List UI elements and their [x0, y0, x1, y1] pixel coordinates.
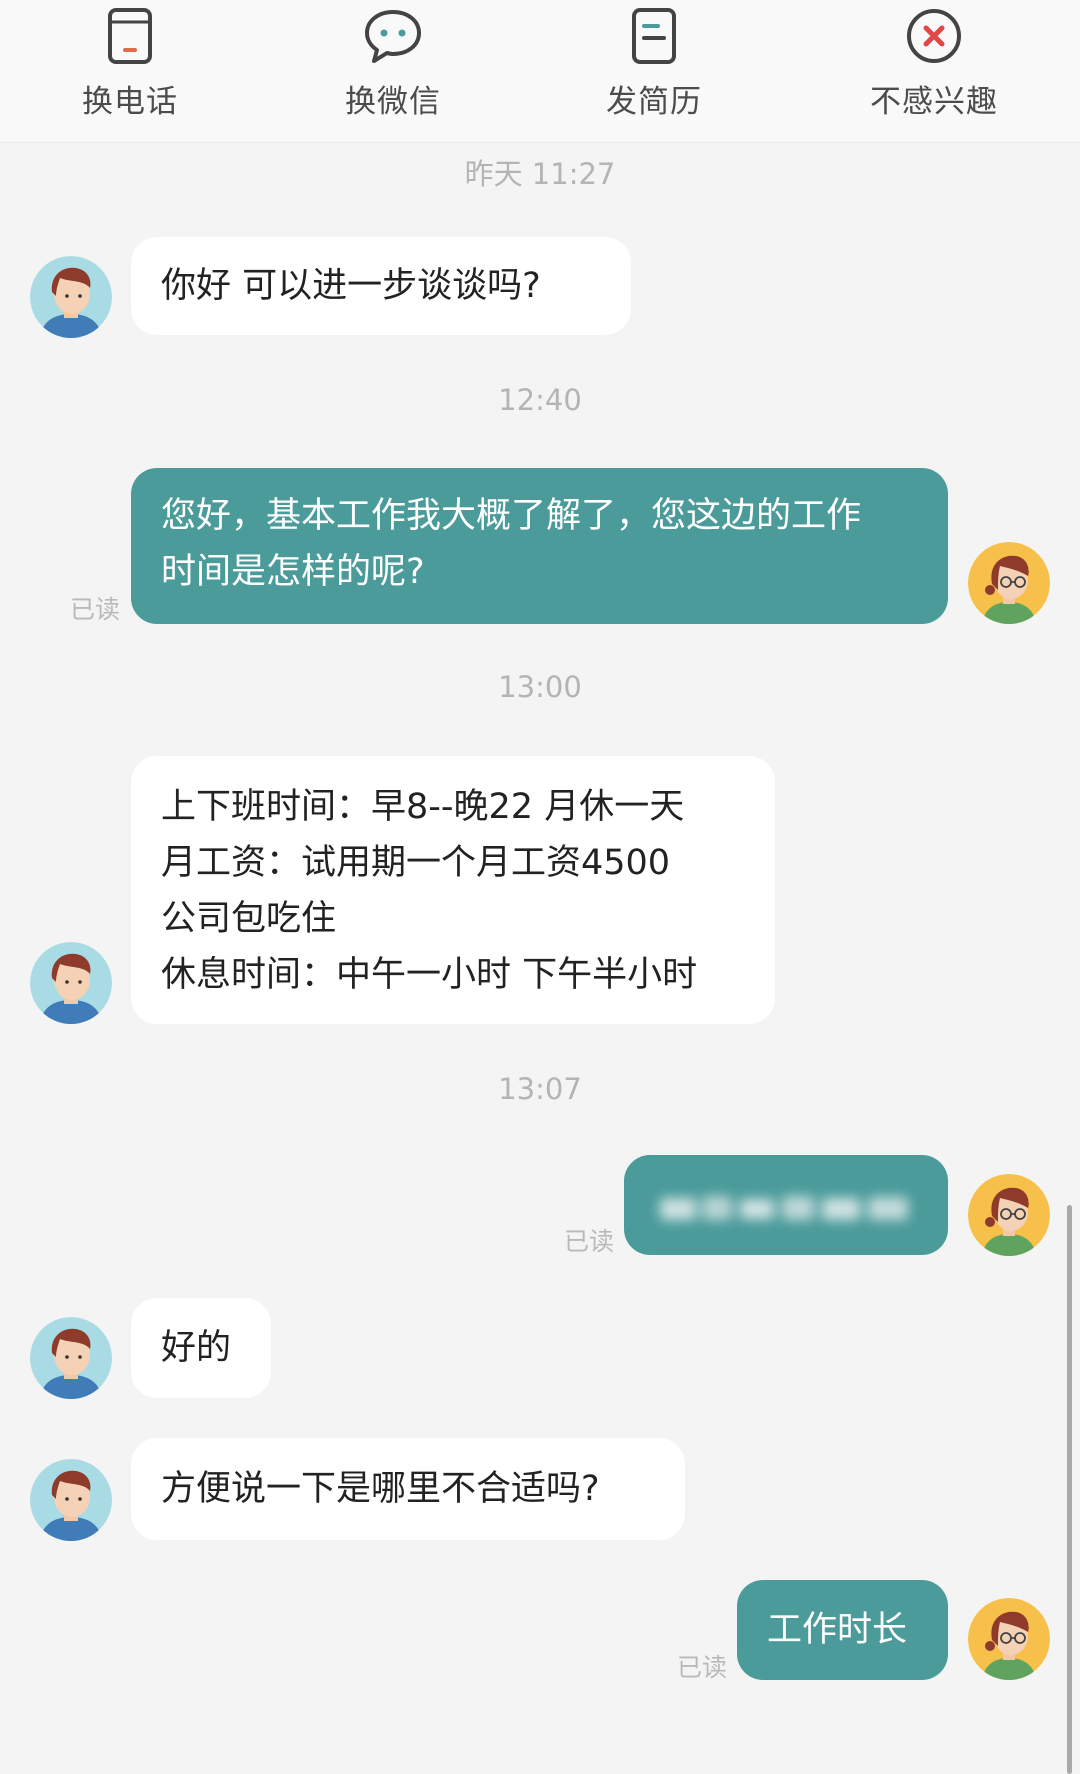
message-bubble-outgoing[interactable]: 您好，基本工作我大概了解了，您这边的工作 时间是怎样的呢?	[131, 468, 948, 624]
male-avatar-icon	[30, 1459, 112, 1541]
message-text: 时间是怎样的呢?	[161, 552, 425, 592]
exchange-wechat-button[interactable]: 换微信	[293, 0, 493, 142]
resume-icon	[632, 8, 676, 64]
my-avatar[interactable]	[968, 1598, 1050, 1680]
message-bubble-incoming[interactable]: 上下班时间：早8--晚22 月休一天 月工资：试用期一个月工资4500 公司包吃…	[131, 756, 775, 1024]
redacted-text-icon	[660, 1196, 908, 1220]
male-avatar-icon	[30, 1317, 112, 1399]
timestamp: 12:40	[498, 383, 582, 417]
timestamp: 13:00	[498, 670, 582, 704]
recruiter-avatar[interactable]	[30, 1459, 112, 1541]
not-interested-icon	[907, 9, 961, 63]
timestamp: 13:07	[498, 1072, 582, 1106]
redacted-message-content	[654, 1187, 918, 1243]
female-avatar-icon	[968, 542, 1050, 624]
message-text: 好的	[161, 1328, 232, 1368]
action-bar: 换电话 换微信 发简历 不感兴趣	[0, 0, 1080, 143]
wechat-icon	[365, 10, 421, 63]
female-avatar-icon	[968, 1174, 1050, 1256]
message-bubble-outgoing[interactable]: 工作时长	[737, 1580, 948, 1680]
message-text: 上下班时间：早8--晚22 月休一天	[161, 787, 685, 827]
read-receipt: 已读	[677, 1653, 728, 1682]
not-interested-label: 不感兴趣	[870, 84, 998, 120]
message-text: 方便说一下是哪里不合适吗?	[161, 1469, 600, 1509]
send-resume-label: 发简历	[606, 84, 702, 120]
message-text: 工作时长	[767, 1610, 908, 1650]
male-avatar-icon	[30, 942, 112, 1024]
recruiter-avatar[interactable]	[30, 1317, 112, 1399]
timestamp: 昨天 11:27	[464, 157, 616, 191]
exchange-wechat-label: 换微信	[345, 84, 441, 120]
message-text: 月工资：试用期一个月工资4500	[161, 843, 671, 883]
my-avatar[interactable]	[968, 1174, 1050, 1256]
read-receipt: 已读	[70, 595, 121, 624]
message-text: 休息时间：中午一小时 下午半小时	[161, 955, 698, 995]
message-bubble-incoming[interactable]: 好的	[131, 1298, 271, 1398]
recruiter-avatar[interactable]	[30, 256, 112, 338]
message-bubble-outgoing[interactable]	[624, 1155, 948, 1255]
message-text: 公司包吃住	[161, 899, 337, 939]
male-avatar-icon	[30, 256, 112, 338]
recruiter-avatar[interactable]	[30, 942, 112, 1024]
female-avatar-icon	[968, 1598, 1050, 1680]
message-text: 您好，基本工作我大概了解了，您这边的工作	[161, 496, 862, 536]
exchange-phone-label: 换电话	[82, 84, 178, 120]
read-receipt: 已读	[564, 1227, 615, 1256]
message-bubble-incoming[interactable]: 你好 可以进一步谈谈吗?	[131, 237, 631, 335]
my-avatar[interactable]	[968, 542, 1050, 624]
phone-icon	[108, 8, 152, 64]
message-text: 你好 可以进一步谈谈吗?	[161, 266, 541, 306]
not-interested-button[interactable]: 不感兴趣	[834, 0, 1034, 142]
message-bubble-incoming[interactable]: 方便说一下是哪里不合适吗?	[131, 1438, 685, 1540]
exchange-phone-button[interactable]: 换电话	[30, 0, 230, 142]
send-resume-button[interactable]: 发简历	[554, 0, 754, 142]
scrollbar[interactable]	[1067, 1205, 1072, 1774]
